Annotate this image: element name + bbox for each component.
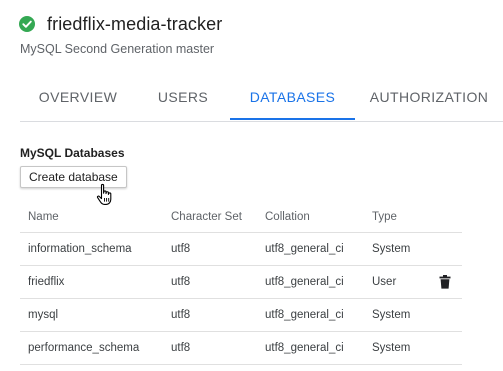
- tab-users[interactable]: USERS: [136, 74, 230, 120]
- instance-title: friedflix-media-tracker: [47, 13, 223, 34]
- db-charset: utf8: [171, 276, 191, 288]
- db-charset: utf8: [171, 243, 191, 255]
- table-row: friedflix utf8 utf8_general_ci User: [20, 266, 462, 299]
- db-collation: utf8_general_ci: [265, 276, 344, 288]
- db-type: System: [372, 309, 411, 321]
- db-type: System: [372, 342, 411, 354]
- db-name: information_schema: [28, 243, 132, 255]
- table-row: mysql utf8 utf8_general_ci System: [20, 299, 462, 332]
- check-circle-icon: [19, 16, 35, 32]
- column-header-type[interactable]: Type: [372, 201, 397, 232]
- db-type: System: [372, 243, 411, 255]
- databases-table: Name Character Set Collation Type inform…: [20, 201, 462, 365]
- column-header-collation[interactable]: Collation: [265, 201, 310, 232]
- db-charset: utf8: [171, 342, 191, 354]
- section-heading: MySQL Databases: [20, 146, 125, 160]
- trash-icon[interactable]: [439, 275, 451, 289]
- db-charset: utf8: [171, 309, 191, 321]
- table-row: information_schema utf8 utf8_general_ci …: [20, 233, 462, 266]
- tab-databases[interactable]: DATABASES: [230, 74, 355, 120]
- tabs-divider: [20, 121, 503, 122]
- tab-overview[interactable]: OVERVIEW: [20, 74, 136, 120]
- db-collation: utf8_general_ci: [265, 309, 344, 321]
- db-name: performance_schema: [28, 342, 140, 354]
- db-name: mysql: [28, 309, 59, 321]
- tab-authorization[interactable]: AUTHORIZATION: [355, 74, 503, 120]
- db-name: friedflix: [28, 276, 65, 288]
- db-collation: utf8_general_ci: [265, 243, 344, 255]
- db-type: User: [372, 276, 397, 288]
- table-header-row: Name Character Set Collation Type: [20, 201, 462, 233]
- column-header-character-set[interactable]: Character Set: [171, 201, 242, 232]
- column-header-name[interactable]: Name: [28, 201, 59, 232]
- instance-header: friedflix-media-tracker: [19, 12, 222, 36]
- instance-subtitle: MySQL Second Generation master: [20, 42, 215, 56]
- table-row: performance_schema utf8 utf8_general_ci …: [20, 332, 462, 365]
- tab-bar: OVERVIEW USERS DATABASES AUTHORIZATION: [0, 74, 503, 121]
- active-tab-indicator: [230, 118, 355, 120]
- db-collation: utf8_general_ci: [265, 342, 344, 354]
